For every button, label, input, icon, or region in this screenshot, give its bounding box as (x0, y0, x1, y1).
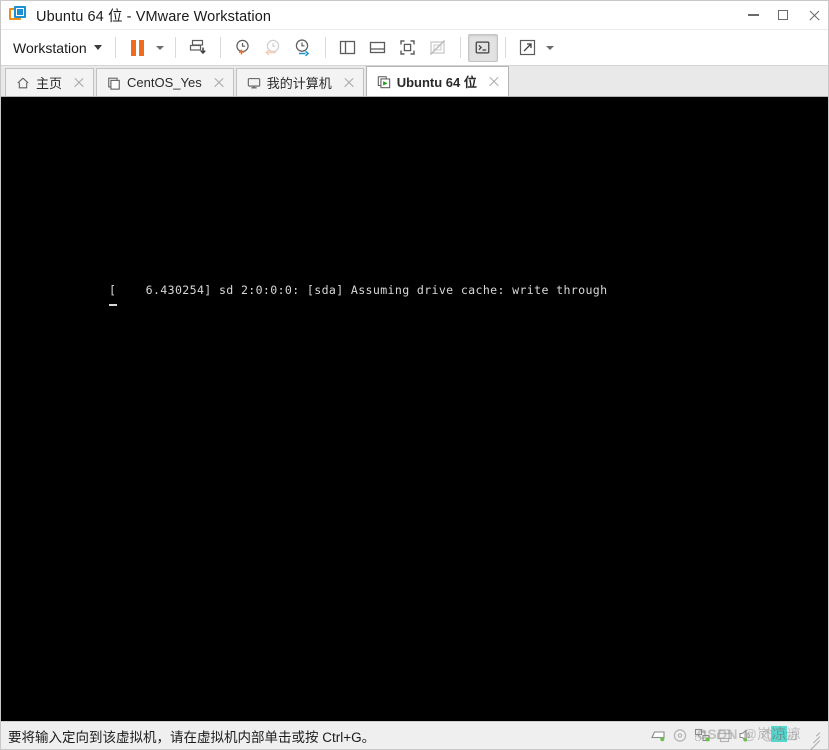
vm-console-screen[interactable]: [ 6.430254] sd 2:0:0:0: [sda] Assuming d… (1, 97, 828, 721)
enter-full-screen-button[interactable] (393, 34, 423, 62)
tab-label: 我的计算机 (266, 76, 332, 91)
full-screen-icon (400, 40, 415, 55)
suspend-dropdown[interactable] (153, 34, 168, 62)
title-bar: Ubuntu 64 位 - VMware Workstation (1, 1, 828, 30)
take-snapshot-button[interactable] (228, 34, 258, 62)
console-boot-line: [ 6.430254] sd 2:0:0:0: [sda] Assuming d… (109, 283, 608, 297)
printer-icon[interactable] (716, 728, 733, 743)
toolbar-separator (219, 37, 221, 58)
window-controls (738, 1, 828, 30)
close-icon[interactable] (798, 1, 828, 30)
diagonal-arrows-icon (520, 39, 536, 56)
unity-mode-disabled-icon (430, 40, 446, 55)
window-title: Ubuntu 64 位 - VMware Workstation (36, 8, 272, 25)
status-message: 要将输入定向到该虚拟机，请在虚拟机内部单击或按 Ctrl+G。 (8, 729, 376, 745)
chevron-down-icon (93, 45, 102, 50)
stretch-guest-button[interactable] (513, 34, 543, 62)
close-icon[interactable] (343, 76, 356, 89)
unity-mode-button[interactable] (423, 34, 453, 62)
vm-box-icon (108, 77, 120, 90)
close-icon[interactable] (488, 75, 501, 88)
terminal-prompt-icon (475, 41, 490, 54)
send-keys-icon (190, 39, 206, 55)
chevron-down-icon (546, 45, 555, 50)
snapshot-manager-button[interactable] (288, 34, 318, 62)
tab-home[interactable]: 主页 (5, 68, 95, 96)
hard-disk-icon[interactable] (650, 728, 667, 743)
revert-snapshot-button[interactable] (258, 34, 288, 62)
home-icon (17, 77, 29, 88)
monitor-icon (247, 77, 260, 88)
library-panel-icon (340, 40, 356, 55)
suspend-vm-button[interactable] (123, 34, 153, 62)
toolbar-separator (174, 37, 176, 58)
status-bar: 要将输入定向到该虚拟机，请在虚拟机内部单击或按 Ctrl+G。 CSDN @岚凉… (1, 721, 828, 750)
thumbnail-bar-icon (370, 41, 386, 54)
toolbar-separator (114, 37, 116, 58)
device-status-tray (650, 728, 824, 750)
chevron-down-icon (156, 45, 165, 50)
pause-icon (131, 39, 144, 56)
clock-back-arrow-icon (265, 39, 280, 56)
close-icon[interactable] (73, 76, 86, 89)
toolbar-separator (504, 37, 506, 58)
toolbar-separator (324, 37, 326, 58)
clock-wrench-icon (295, 39, 310, 57)
sound-card-icon[interactable] (738, 728, 755, 743)
workstation-menu-label: Workstation (13, 39, 87, 56)
maximize-icon[interactable] (768, 1, 798, 30)
resize-grip-icon[interactable] (807, 729, 821, 750)
show-thumbnail-bar-button[interactable] (363, 34, 393, 62)
send-ctrl-alt-del-button[interactable] (183, 34, 213, 62)
usb-controller-icon[interactable] (760, 728, 777, 743)
cd-dvd-icon[interactable] (672, 728, 689, 743)
minimize-icon[interactable] (738, 1, 768, 30)
workstation-menu-button[interactable]: Workstation (11, 36, 108, 60)
vm-running-icon (377, 75, 390, 88)
tab-label: 主页 (36, 76, 63, 91)
vmware-logo-icon (9, 6, 27, 24)
vm-tab-bar: 主页 CentOS_Yes 我的计算机 Ubuntu 64 位 (1, 66, 828, 97)
clock-plus-icon (236, 39, 249, 55)
stretch-dropdown[interactable] (543, 34, 558, 62)
toolbar-separator (459, 37, 461, 58)
tab-centos-yes[interactable]: CentOS_Yes (96, 68, 234, 96)
removable-device-icon[interactable] (782, 728, 799, 743)
tab-label: CentOS_Yes (127, 75, 202, 90)
tab-ubuntu-64[interactable]: Ubuntu 64 位 (365, 66, 509, 96)
vmware-workstation-window: Ubuntu 64 位 - VMware Workstation Worksta… (0, 0, 829, 750)
console-cursor (109, 304, 117, 306)
tab-my-computer[interactable]: 我的计算机 (235, 68, 364, 96)
console-view-button[interactable] (467, 33, 498, 62)
show-library-button[interactable] (333, 34, 363, 62)
tab-label: Ubuntu 64 位 (396, 75, 477, 90)
main-toolbar: Workstation (1, 30, 828, 66)
network-adapter-icon[interactable] (694, 728, 711, 743)
close-icon[interactable] (213, 76, 226, 89)
